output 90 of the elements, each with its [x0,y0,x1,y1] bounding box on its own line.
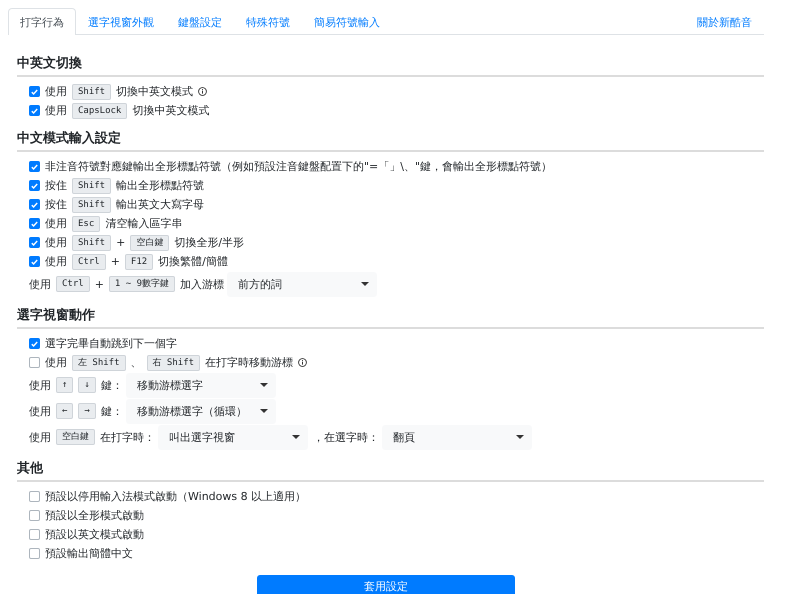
label-text: 使用 [45,104,67,117]
section-heading: 其他 [17,460,44,477]
checkbox[interactable] [29,86,40,97]
label-text: 預設以英文模式啟動 [45,528,144,541]
label-text: 清空輸入區字串 [105,217,182,230]
label-text: 切換全形/半形 [174,236,244,249]
label-text: 使用 [29,378,51,392]
tab[interactable]: 關於新酷音 [685,8,764,35]
label-text: 、 [130,356,142,369]
label-text: + [110,255,120,268]
label-text: 按住 [45,179,67,192]
tab[interactable]: 選字視窗外觀 [76,8,166,35]
label-text: 在打字時移動游標 [205,356,294,369]
dropdown[interactable]: 叫出選字視窗 [158,424,308,450]
caret-icon [292,435,300,439]
checkbox[interactable] [29,357,40,368]
label-text: 切換中英文模式 [116,85,194,98]
key-label: 1 ~ 9數字鍵 [108,276,175,292]
label-text: + [94,278,104,290]
info-icon [198,87,208,96]
checkbox[interactable] [29,256,40,267]
label-text: 在打字時： [100,430,155,444]
checkbox[interactable] [29,180,40,191]
label-text: 使用 [45,217,67,230]
checkbox[interactable] [29,105,40,116]
key-label: 空白鍵 [56,429,95,445]
checkbox[interactable] [29,161,40,172]
checkbox[interactable] [29,199,40,210]
caret-icon [260,383,268,387]
dropdown[interactable]: 翻頁 [382,424,532,450]
apply-button[interactable]: 套用設定 [257,575,515,594]
dropdown[interactable]: 前方的詞 [227,272,377,296]
label-text: 輸出全形標點符號 [116,179,204,192]
key-label: 左 Shift [72,354,126,370]
checkbox[interactable] [29,218,40,229]
section-heading: 選字視窗動作 [17,307,96,324]
label-text: 輸出英文大寫字母 [116,198,204,211]
checkbox[interactable] [29,510,40,521]
checkbox[interactable] [29,338,40,349]
info-icon [298,358,308,367]
checkbox[interactable] [29,529,40,540]
key-label: Shift [72,178,112,194]
key-label: ↑ [56,377,74,393]
label-text: 使用 [45,356,67,369]
key-label: 空白鍵 [130,234,170,250]
label-text: 選字完畢自動跳到下一個字 [45,337,177,350]
key-label: 右 Shift [146,354,200,370]
dropdown[interactable]: 移動游標選字（循環） [126,398,276,424]
label-text: ，在選字時： [313,430,379,444]
label-text: 切換繁體/簡體 [158,255,228,268]
label-text: + [116,236,126,249]
label-text: 使用 [45,236,67,249]
label-text: 切換中英文模式 [132,104,210,117]
section-heading: 中英文切換 [17,55,83,72]
key-label: → [78,403,96,419]
checkbox[interactable] [29,237,40,248]
label-text: 鍵： [100,404,123,418]
label-text: 使用 [29,278,51,290]
label-text: 使用 [45,255,67,268]
tab[interactable]: 特殊符號 [234,8,302,35]
key-label: ← [56,403,74,419]
label-text: 使用 [29,430,51,444]
label-text: 非注音符號對應鍵輸出全形標點符號（例如預設注音鍵盤配置下的"=「」\、"鍵，會輸出全形標點符號） [45,160,552,173]
checkbox[interactable] [29,548,40,559]
label-text: 預設以停用輸入法模式啟動（Windows 8 以上適用） [45,490,306,503]
label-text: 預設輸出簡體中文 [45,547,133,560]
label-text: 使用 [29,404,51,418]
checkbox[interactable] [29,491,40,502]
label-text: 使用 [45,85,67,98]
tab[interactable]: 打字行為 [8,8,76,35]
label-text: 鍵： [100,378,123,392]
tab[interactable]: 鍵盤設定 [166,8,234,35]
label-text: 預設以全形模式啟動 [45,509,144,522]
key-label: Shift [72,84,112,100]
label-text: 按住 [45,198,67,211]
caret-icon [260,409,268,413]
key-label: ↓ [78,377,96,393]
dropdown[interactable]: 移動游標選字 [126,372,276,398]
label-text: 加入游標 [180,278,224,290]
key-label: CapsLock [72,102,128,118]
tab[interactable]: 簡易符號輸入 [302,8,392,35]
key-label: Shift [72,234,112,250]
caret-icon [361,282,369,286]
key-label: Ctrl [56,276,90,292]
key-label: Shift [72,196,112,212]
section-heading: 中文模式輸入設定 [17,130,122,147]
key-label: Esc [72,216,100,232]
key-label: F12 [124,254,154,270]
key-label: Ctrl [72,254,106,270]
caret-icon [516,435,524,439]
